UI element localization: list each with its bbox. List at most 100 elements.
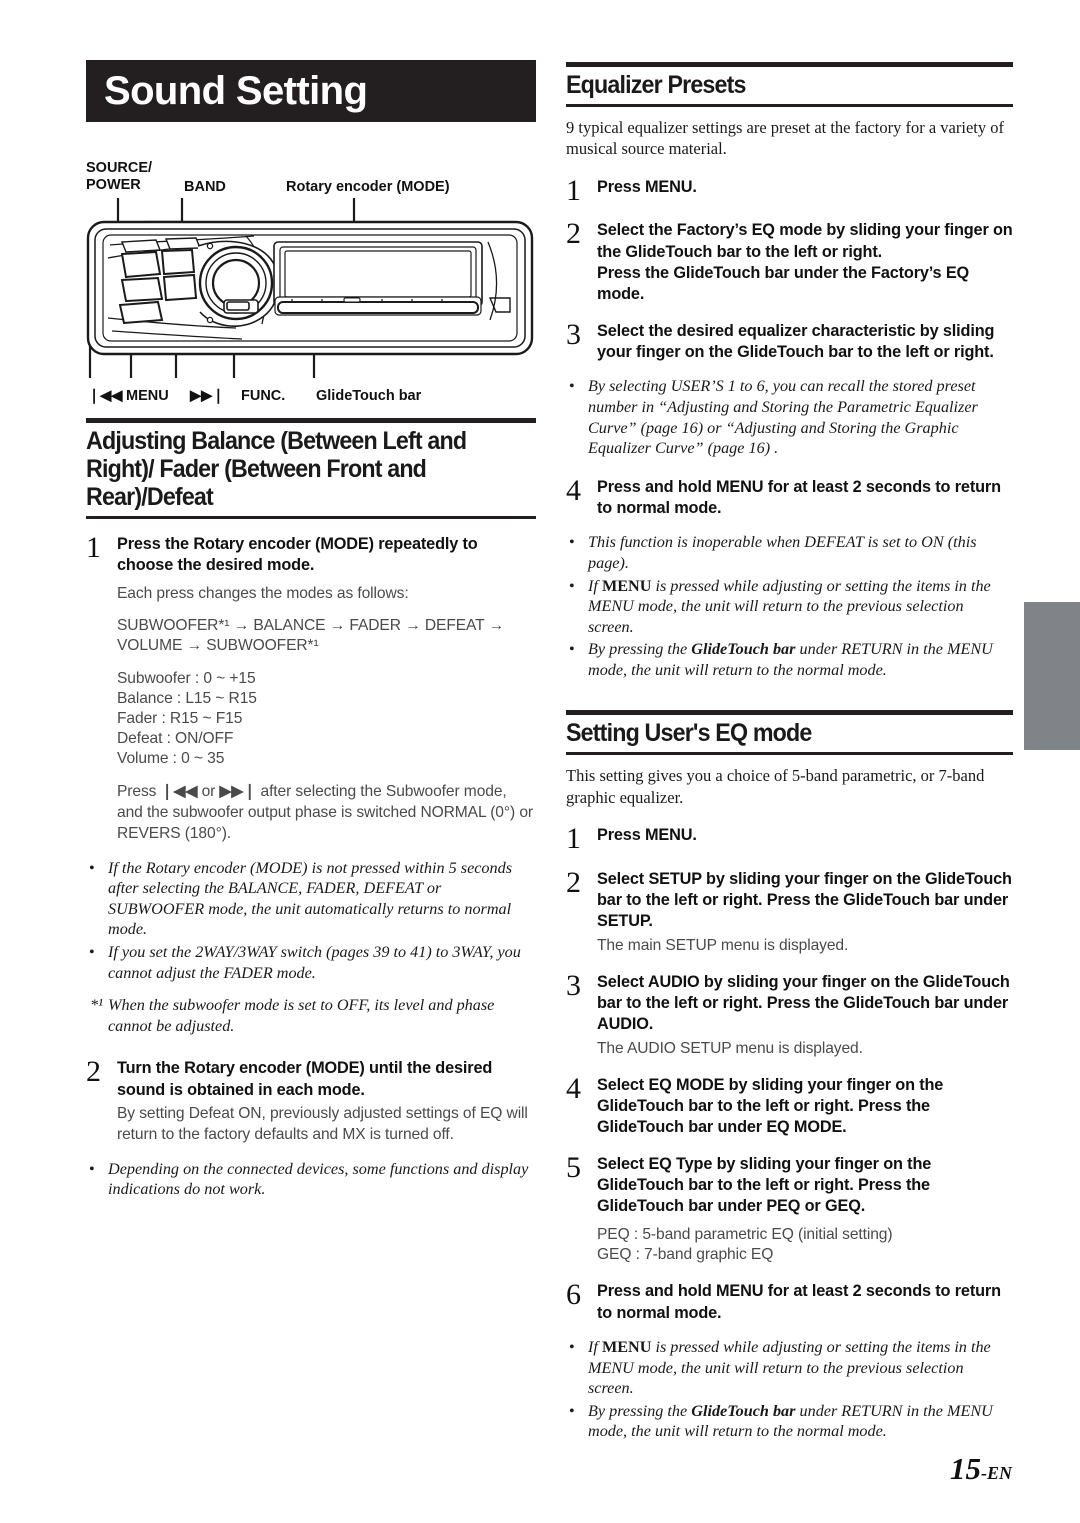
ueq-step-2-c: to the left or right. Press the (621, 891, 844, 910)
bullet-marker: • (569, 640, 575, 659)
notes-after-step-2: • Depending on the connected devices, so… (86, 1159, 536, 1200)
step-1-subtext: Each press changes the modes as follows: (117, 584, 409, 602)
note-text: If MENU is pressed while adjusting or se… (588, 576, 1013, 638)
step-number: 6 (566, 1278, 581, 1312)
step-number: 5 (566, 1150, 581, 1184)
note-item: • By pressing the GlideTouch bar under R… (566, 639, 1013, 680)
note-item: • By pressing the GlideTouch bar under R… (566, 1401, 1013, 1442)
step-number: 3 (566, 968, 581, 1002)
range-fader: Fader : R15 ~ F15 (117, 710, 243, 728)
ueq-step-5: 5 Select EQ Type by sliding your finger … (566, 1150, 1013, 1267)
ueq-step-1-title: Press MENU. (597, 825, 1013, 846)
bullet-marker: • (89, 858, 95, 877)
label-glidetouch-bar: GlideTouch bar (316, 388, 422, 404)
range-defeat: Defeat : ON/OFF (117, 730, 234, 748)
section-title-setting-users-eq-mode: Setting User's EQ mode (566, 719, 812, 748)
step-number: 2 (566, 217, 581, 251)
footnote-marker: *¹ (90, 996, 103, 1015)
ueq-step-1: 1 Press MENU. (566, 824, 1013, 854)
note-item: • Depending on the connected devices, so… (86, 1159, 536, 1200)
note-text: If MENU is pressed while adjusting or se… (588, 1337, 1013, 1399)
step-number: 4 (566, 1071, 581, 1105)
step-1-adjusting-balance: 1 Press the Rotary encoder (MODE) repeat… (86, 531, 536, 845)
note-text: If the Rotary encoder (MODE) is not pres… (108, 858, 513, 939)
eq-step-4: 4 Press and hold MENU for at least 2 sec… (566, 475, 1013, 520)
bullet-marker: • (89, 943, 95, 962)
callout-band: BAND (184, 179, 226, 195)
note-text: By pressing the GlideTouch bar under RET… (588, 1401, 1013, 1442)
left-column: Sound Setting SOURCE/ POWER BAND Rotary … (86, 60, 536, 1200)
menu-button-reference: MENU (644, 177, 693, 196)
phase-note-a: Press (117, 783, 161, 801)
step-number: 2 (566, 865, 581, 899)
eq-step-1: 1 Press MENU. (566, 176, 1013, 206)
glidetouch-bar-reference: GlideTouch bar (673, 264, 790, 283)
glidetouch-bar-reference: GlideTouch bar (625, 242, 742, 261)
menu-button-reference: MENU (601, 1338, 652, 1357)
ueq-step-6-title: Press and hold MENU for at least 2 secon… (597, 1281, 1013, 1324)
label-menu: MENU (126, 388, 169, 404)
bullet-marker: • (569, 377, 575, 396)
section-equalizer-presets: Equalizer Presets (566, 62, 1013, 107)
note-text: By selecting USER’S 1 to 6, you can reca… (588, 377, 978, 458)
equalizer-presets-intro: 9 typical equalizer settings are preset … (566, 118, 1004, 159)
phase-note-b: or (197, 783, 220, 801)
label-func: FUNC. (241, 388, 286, 404)
ueq-step-2: 2 Select SETUP by sliding your finger on… (566, 865, 1013, 957)
bullet-marker: • (569, 1338, 575, 1357)
ueq-step-6: 6 Press and hold MENU for at least 2 sec… (566, 1278, 1013, 1324)
footnote-text: When the subwoofer mode is set to OFF, i… (108, 996, 495, 1035)
note-text: Depending on the connected devices, some… (108, 1159, 529, 1199)
callout-source-power: SOURCE/ POWER (86, 160, 153, 194)
step-number: 1 (86, 531, 101, 564)
ueq-step-4-d: under EQ MODE. (713, 1118, 847, 1137)
section-title-equalizer-presets: Equalizer Presets (566, 71, 746, 99)
step-2-adjusting-balance: 2 Turn the Rotary encoder (MODE) until t… (86, 1057, 536, 1145)
glidetouch-bar-reference: GlideTouch bar (737, 343, 854, 362)
note-item: • If you set the 2WAY/3WAY switch (pages… (86, 942, 536, 983)
eq-step-2-d: Press the (597, 264, 674, 283)
ueq-step-3-c: to the left or right. Press the (621, 993, 844, 1012)
notes-after-step-1: • If the Rotary encoder (MODE) is not pr… (86, 858, 536, 1037)
ueq-step-2-title: Select SETUP by sliding your finger on t… (597, 869, 1013, 933)
glidetouch-bar-reference: GlideTouch bar (597, 1197, 714, 1216)
mode-range-list: Subwoofer : 0 ~ +15 Balance : L15 ~ R15 … (117, 669, 536, 769)
glidetouch-bar-reference: GlideTouch bar (843, 891, 960, 910)
menu-button-reference: MENU (601, 576, 652, 595)
note-text: By pressing the GlideTouch bar under RET… (588, 639, 1013, 680)
note-item: • If the Rotary encoder (MODE) is not pr… (86, 858, 536, 940)
subwoofer-phase-note: Press ❘◀◀ or ▶▶❘ after selecting the Sub… (117, 782, 536, 845)
ueq-step-3-title: Select AUDIO by sliding your finger on t… (597, 972, 1013, 1036)
ueq-step-1-a: Press (597, 826, 645, 845)
bullet-marker: • (569, 1401, 575, 1420)
callout-rotary-encoder: Rotary encoder (MODE) (286, 179, 450, 195)
step-1-title-part-a: Press the (117, 535, 194, 553)
glidetouch-bar-reference: GlideTouch bar (843, 993, 960, 1012)
footnote-item: *¹ When the subwoofer mode is set to OFF… (86, 995, 536, 1036)
eq-type-options: PEQ : 5-band parametric EQ (initial sett… (597, 1225, 1013, 1267)
label-prev-track: ❘◀◀ (88, 388, 123, 404)
section-title-adjusting-balance: Adjusting Balance (Between Left and Righ… (86, 427, 467, 511)
step-2-title: Turn the Rotary encoder (MODE) until the… (117, 1058, 536, 1101)
ueq-step-3: 3 Select AUDIO by sliding your finger on… (566, 968, 1013, 1060)
page-edge-thumb-tab (1024, 602, 1080, 750)
eq-step-2-c: to the left or right. (741, 242, 882, 261)
glidetouch-bar-reference: GlideTouch bar (691, 1401, 796, 1420)
chapter-banner: Sound Setting (86, 60, 536, 122)
ueq-step-4-title: Select EQ MODE by sliding your finger on… (597, 1075, 1013, 1139)
range-volume: Volume : 0 ~ 35 (117, 750, 225, 768)
section-rule-bottom (566, 104, 1013, 107)
ueq-step-4-c: to the left or right. Press the (713, 1096, 930, 1115)
page-language-suffix: -EN (981, 1463, 1012, 1483)
eq-step-3: 3 Select the desired equalizer character… (566, 319, 1013, 364)
head-unit-illustration (86, 198, 534, 378)
mode-flow-sequence: SUBWOOFER*¹ → BALANCE → FADER → DEFEAT →… (117, 616, 505, 655)
head-unit-diagram: SOURCE/ POWER BAND Rotary encoder (MODE) (86, 138, 536, 418)
note-text-pre: If (588, 1338, 602, 1357)
ueq-step-2-a: Select SETUP by sliding your finger on t… (597, 869, 925, 888)
range-subwoofer: Subwoofer : 0 ~ +15 (117, 670, 256, 688)
ueq-step-4: 4 Select EQ MODE by sliding your finger … (566, 1071, 1013, 1139)
note-text: If you set the 2WAY/3WAY switch (pages 3… (108, 943, 521, 982)
page-number-value: 15 (950, 1451, 981, 1486)
section-rule-bottom (566, 752, 1013, 756)
